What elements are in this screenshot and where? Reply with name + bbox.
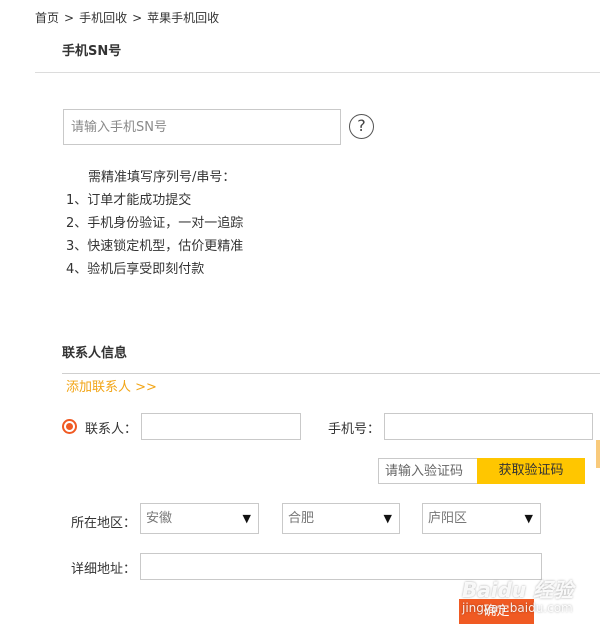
phone-label: 手机号： (328, 422, 381, 437)
section-divider (62, 373, 600, 374)
note-item: 3、快速锁定机型，估价更精准 (66, 239, 244, 254)
detailed-address-input[interactable] (140, 553, 542, 580)
notes-header: 需精准填写序列号/串号： (88, 170, 236, 185)
sn-notes: 需精准填写序列号/串号： 1、订单才能成功提交 2、手机身份验证，一对一追踪 3… (66, 166, 243, 281)
province-select[interactable]: 安徽 ▼ (140, 503, 259, 534)
confirm-button[interactable]: 确定 (459, 599, 534, 624)
breadcrumb-home-link[interactable]: 首页 (35, 9, 59, 26)
region-label: 所在地区： (71, 516, 137, 531)
get-code-button[interactable]: 获取验证码 (477, 458, 585, 484)
sn-section-title: 手机SN号 (62, 44, 122, 59)
city-value: 合肥 (288, 511, 315, 526)
contact-name-input[interactable] (141, 413, 301, 440)
note-item: 1、订单才能成功提交 (66, 193, 192, 208)
verification-code-input[interactable] (378, 458, 478, 484)
breadcrumb-separator: > (132, 11, 143, 25)
sn-input[interactable] (63, 109, 341, 145)
phone-number-input[interactable] (384, 413, 593, 440)
edge-marker (596, 440, 600, 468)
district-select[interactable]: 庐阳区 ▼ (422, 503, 541, 534)
breadcrumb-current-page: 苹果手机回收 (147, 11, 220, 25)
breadcrumb-phone-recycle-link[interactable]: 手机回收 (79, 9, 127, 26)
add-contact-link[interactable]: 添加联系人 >> (66, 376, 157, 395)
note-item: 2、手机身份验证，一对一追踪 (66, 216, 244, 231)
city-select[interactable]: 合肥 ▼ (282, 503, 400, 534)
district-value: 庐阳区 (428, 511, 468, 526)
question-mark-icon[interactable]: ? (349, 114, 374, 139)
chevron-down-icon: ▼ (524, 512, 533, 525)
section-divider (35, 72, 600, 73)
contact-radio-button[interactable] (62, 419, 77, 434)
note-item: 4、验机后享受即刻付款 (66, 262, 205, 277)
breadcrumb-separator: > (64, 11, 75, 25)
chevron-down-icon: ▼ (383, 512, 392, 525)
breadcrumb: 首页 > 手机回收 > 苹果手机回收 (35, 9, 219, 26)
contact-label: 联系人： (85, 422, 138, 437)
province-value: 安徽 (146, 511, 173, 526)
address-label: 详细地址： (71, 562, 137, 577)
chevron-down-icon: ▼ (242, 512, 251, 525)
contact-section-title: 联系人信息 (62, 346, 128, 361)
